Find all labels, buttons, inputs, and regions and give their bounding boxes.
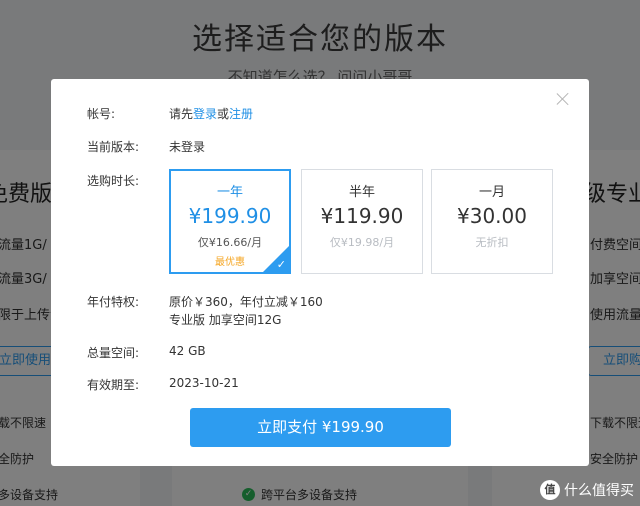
watermark-text: 什么值得买 — [564, 483, 634, 499]
space-label: 总量空间: — [87, 346, 140, 360]
plan-price: ¥119.90 — [320, 204, 404, 228]
close-icon[interactable] — [555, 91, 571, 107]
version-label: 当前版本: — [87, 140, 140, 154]
register-link[interactable]: 注册 — [229, 107, 253, 121]
plan-option-yearly[interactable]: 一年 ¥199.90 仅¥16.66/月 最优惠 ✓ — [169, 169, 291, 274]
plan-price: ¥30.00 — [457, 204, 527, 228]
pay-now-button[interactable]: 立即支付 ¥199.90 — [190, 408, 451, 447]
account-or: 或 — [217, 107, 230, 121]
account-label: 帐号: — [87, 107, 116, 121]
login-link[interactable]: 登录 — [193, 107, 217, 121]
plan-option-half-year[interactable]: 半年 ¥119.90 仅¥19.98/月 — [301, 169, 423, 274]
duration-label: 选购时长: — [87, 174, 140, 188]
privilege-line-2: 专业版 加享空间12G — [169, 313, 282, 327]
privilege-line-1: 原价￥360，年付立减￥160 — [169, 295, 323, 309]
account-prefix: 请先 — [169, 107, 194, 121]
plan-name: 一年 — [216, 185, 243, 200]
plan-monthly-price: 仅¥19.98/月 — [329, 236, 395, 249]
expiry-value: 2023-10-21 — [169, 376, 239, 390]
privilege-label: 年付特权: — [87, 295, 140, 309]
plan-name: 半年 — [348, 185, 375, 200]
watermark-logo: 值 — [540, 480, 560, 500]
plan-option-monthly[interactable]: 一月 ¥30.00 无折扣 — [431, 169, 553, 274]
expiry-label: 有效期至: — [87, 378, 140, 392]
purchase-dialog: 帐号: 请先登录或注册 当前版本: 未登录 选购时长: 一年 ¥199.90 仅… — [51, 79, 589, 466]
account-value: 请先登录或注册 — [169, 105, 253, 122]
space-value: 42 GB — [169, 344, 206, 358]
plan-name: 一月 — [478, 185, 505, 200]
plan-price: ¥199.90 — [188, 204, 272, 228]
checkmark-icon: ✓ — [276, 258, 286, 271]
watermark: 值 什么值得买 — [540, 480, 634, 500]
version-value: 未登录 — [169, 140, 206, 154]
plan-discount-note: 无折扣 — [475, 236, 509, 249]
